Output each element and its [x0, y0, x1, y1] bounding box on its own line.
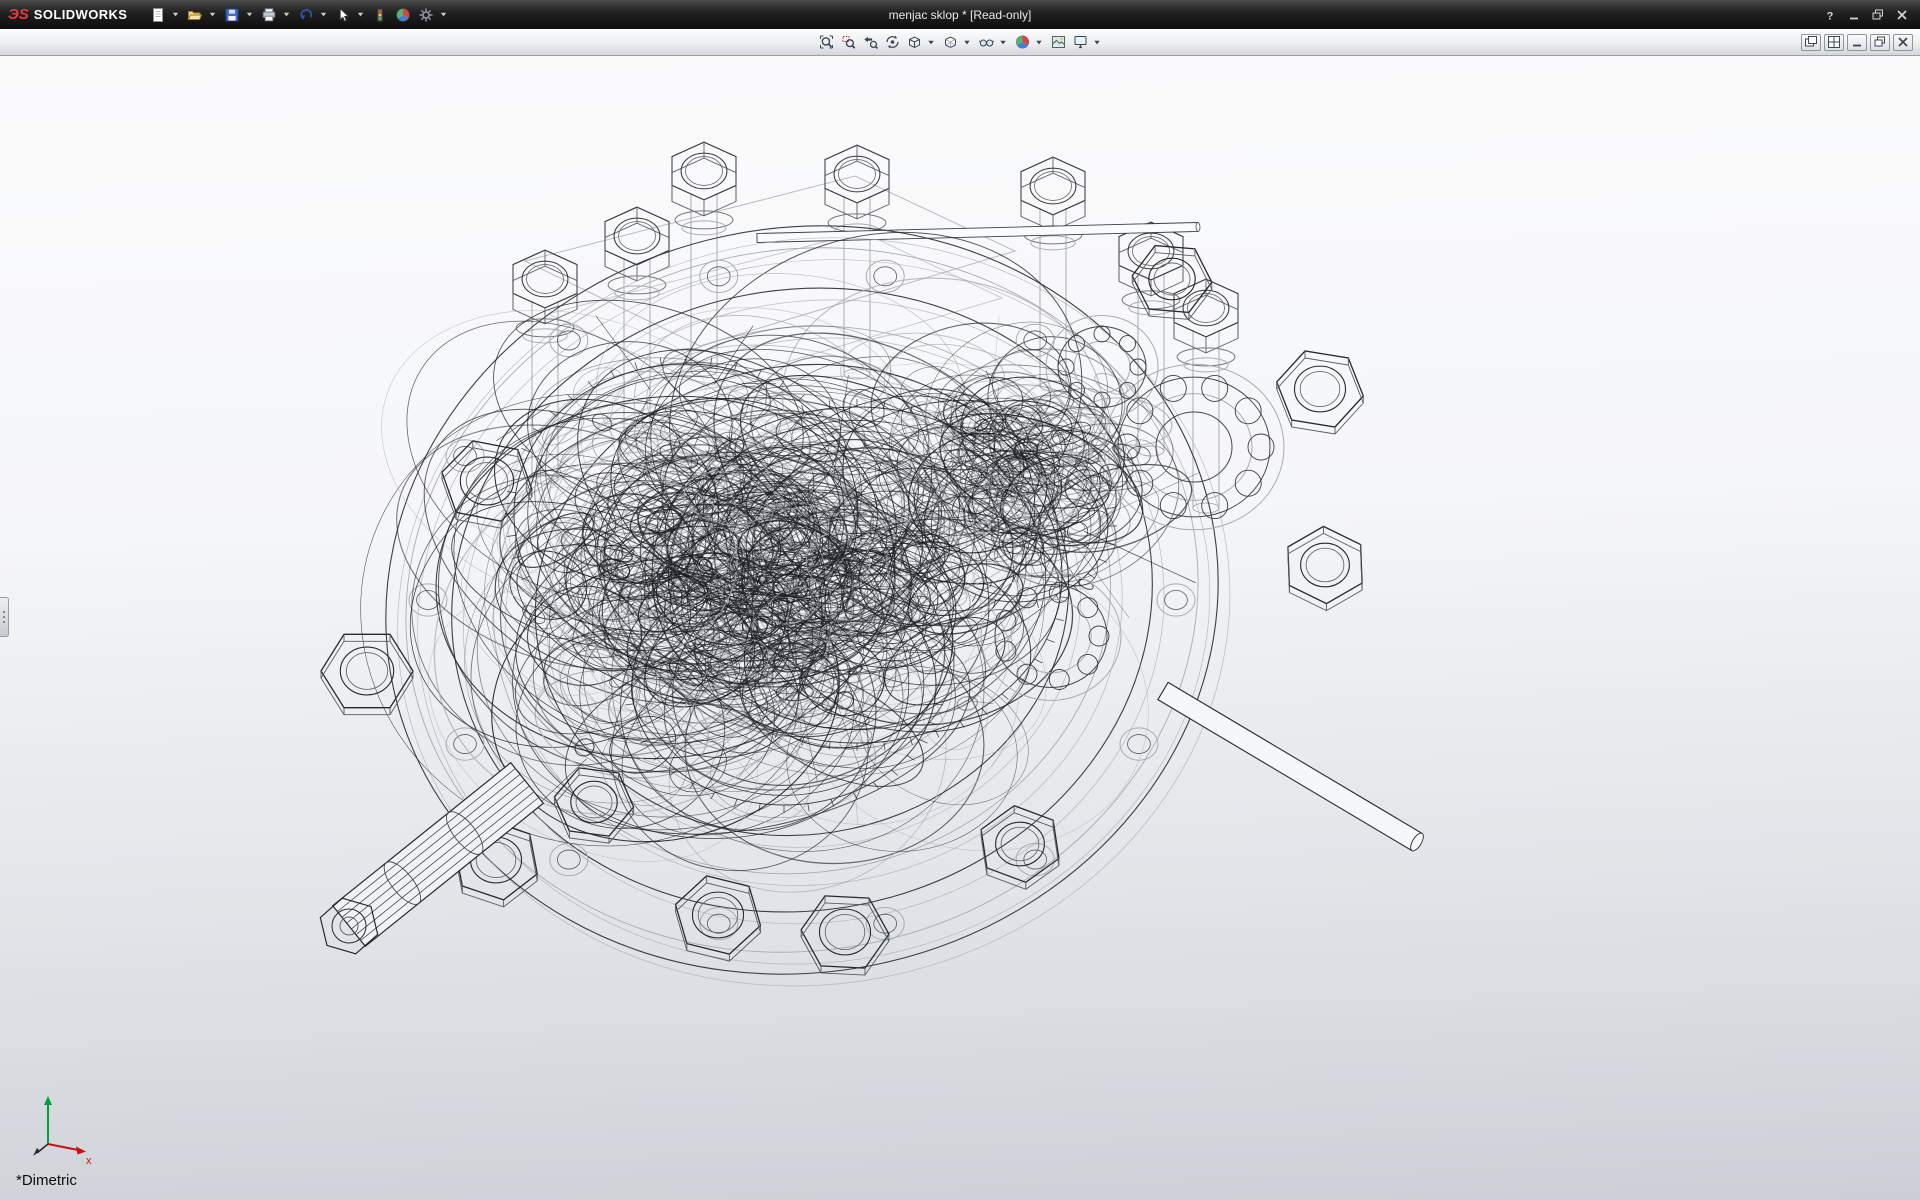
orientation-triad: x: [24, 1092, 104, 1170]
graphics-area[interactable]: x *Dimetric: [0, 56, 1920, 1200]
chevron-down-icon: [999, 40, 1006, 45]
display-style-icon: [942, 34, 958, 50]
hide-show-dropdown[interactable]: [998, 31, 1008, 53]
zoom-previous-button[interactable]: [860, 32, 881, 53]
hide-show-button[interactable]: [976, 32, 997, 53]
options-dropdown[interactable]: [438, 4, 448, 26]
print-icon: [261, 7, 277, 23]
chevron-down-icon: [357, 12, 364, 17]
appearance-icon: [395, 7, 411, 23]
zoom-fit-icon: [818, 34, 834, 50]
doc-close-button[interactable]: [1893, 34, 1913, 51]
open-button[interactable]: [184, 4, 206, 26]
view-orientation-button[interactable]: [904, 32, 925, 53]
view-orientation-dropdown[interactable]: [926, 31, 936, 53]
close-button[interactable]: [1891, 5, 1912, 24]
new-document-icon: [150, 7, 166, 23]
appearances-button[interactable]: [1012, 32, 1033, 53]
apply-scene-button[interactable]: [1048, 32, 1069, 53]
appearance-button[interactable]: [392, 4, 414, 26]
zoom-area-button[interactable]: [838, 32, 859, 53]
print-button[interactable]: [258, 4, 280, 26]
close-icon: [1894, 7, 1910, 23]
rebuild-button[interactable]: [369, 4, 391, 26]
view-toolbar: [816, 31, 1105, 53]
select-dropdown[interactable]: [355, 4, 365, 26]
appearances-dropdown[interactable]: [1034, 31, 1044, 53]
wireframe-model: [0, 56, 1920, 1200]
view-orientation-label: *Dimetric: [16, 1172, 77, 1189]
new-document-dropdown[interactable]: [170, 4, 180, 26]
doc-close-icon: [1895, 34, 1911, 50]
chevron-down-icon: [320, 12, 327, 17]
open-dropdown[interactable]: [207, 4, 217, 26]
select-icon: [335, 7, 351, 23]
select-button[interactable]: [332, 4, 354, 26]
solidworks-logo-text: SOLIDWORKS: [34, 7, 128, 22]
solidworks-logo: ЭS SOLIDWORKS: [8, 7, 127, 22]
undo-icon: [298, 7, 314, 23]
new-document-button[interactable]: [147, 4, 169, 26]
window-titlebar: ЭS SOLIDWORKS menjac sklop * [Read-only]…: [0, 0, 1920, 29]
restore-icon: [1870, 7, 1886, 23]
rotate-view-icon: [884, 34, 900, 50]
minimize-icon: [1846, 7, 1862, 23]
chevron-down-icon: [1035, 40, 1042, 45]
chevron-down-icon: [283, 12, 290, 17]
zoom-previous-icon: [862, 34, 878, 50]
window-title: menjac sklop * [Read-only]: [889, 8, 1032, 22]
help-icon: ?: [1822, 7, 1838, 23]
doc-minimize-button[interactable]: [1847, 34, 1867, 51]
view-settings-button[interactable]: [1070, 32, 1091, 53]
document-window-controls: [1801, 34, 1920, 51]
chevron-down-icon: [963, 40, 970, 45]
help-button[interactable]: ?: [1819, 5, 1840, 24]
undo-dropdown[interactable]: [318, 4, 328, 26]
chevron-down-icon: [927, 40, 934, 45]
minimize-button[interactable]: [1843, 5, 1864, 24]
display-style-dropdown[interactable]: [962, 31, 972, 53]
view-settings-icon: [1072, 34, 1088, 50]
view-orientation-icon: [906, 34, 922, 50]
panel-collapse-handle[interactable]: [0, 597, 9, 637]
tile-icon: [1826, 34, 1842, 50]
svg-text:?: ?: [1826, 10, 1833, 22]
undo-button[interactable]: [295, 4, 317, 26]
save-button[interactable]: [221, 4, 243, 26]
appearances-icon: [1014, 34, 1030, 50]
doc-restore-icon: [1872, 34, 1888, 50]
chevron-down-icon: [1093, 40, 1100, 45]
chevron-down-icon: [172, 12, 179, 17]
apply-scene-icon: [1050, 34, 1066, 50]
options-icon: [418, 7, 434, 23]
print-dropdown[interactable]: [281, 4, 291, 26]
tile-button[interactable]: [1824, 34, 1844, 51]
cascade-button[interactable]: [1801, 34, 1821, 51]
restore-button[interactable]: [1867, 5, 1888, 24]
window-controls: ?: [1819, 5, 1912, 24]
options-button[interactable]: [415, 4, 437, 26]
save-icon: [224, 7, 240, 23]
doc-minimize-icon: [1849, 34, 1865, 50]
zoom-fit-button[interactable]: [816, 32, 837, 53]
zoom-area-icon: [840, 34, 856, 50]
view-toolbar-row: [0, 29, 1920, 56]
svg-text:x: x: [86, 1155, 92, 1167]
hide-show-icon: [978, 34, 994, 50]
rotate-view-button[interactable]: [882, 32, 903, 53]
view-settings-dropdown[interactable]: [1092, 31, 1102, 53]
cascade-icon: [1803, 34, 1819, 50]
rebuild-icon: [372, 7, 388, 23]
save-dropdown[interactable]: [244, 4, 254, 26]
display-style-button[interactable]: [940, 32, 961, 53]
doc-restore-button[interactable]: [1870, 34, 1890, 51]
chevron-down-icon: [246, 12, 253, 17]
solidworks-logo-mark: ЭS: [8, 7, 29, 22]
titlebar-toolbar: [147, 4, 451, 26]
chevron-down-icon: [440, 12, 447, 17]
open-icon: [187, 7, 203, 23]
chevron-down-icon: [209, 12, 216, 17]
